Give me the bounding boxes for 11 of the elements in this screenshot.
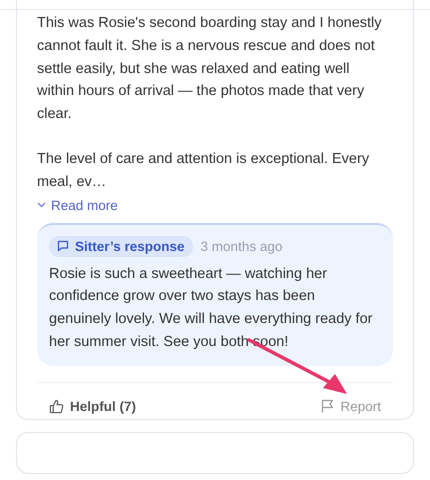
sitter-response-badge: Sitter’s response: [49, 236, 193, 257]
response-time: 3 months ago: [200, 238, 282, 254]
thumbs-up-icon: [49, 398, 64, 414]
speech-bubble-icon: [57, 240, 69, 252]
review-text: This was Rosie's second boarding stay and I honestly cannot fault it. She is a nervous rescue and does not settle easily, but she was relaxed and eating well within hours of arrival — the photos made that very clear.: [37, 14, 382, 124]
review-text: The level of care and attention is exceptional. Every meal, ev…: [37, 150, 370, 192]
chevron-down-icon: [37, 202, 46, 208]
helpful-button[interactable]: Helpful (7): [49, 398, 136, 414]
report-button[interactable]: Report: [321, 398, 381, 414]
flag-icon: [321, 399, 334, 414]
read-more-link[interactable]: Read more: [37, 198, 118, 213]
